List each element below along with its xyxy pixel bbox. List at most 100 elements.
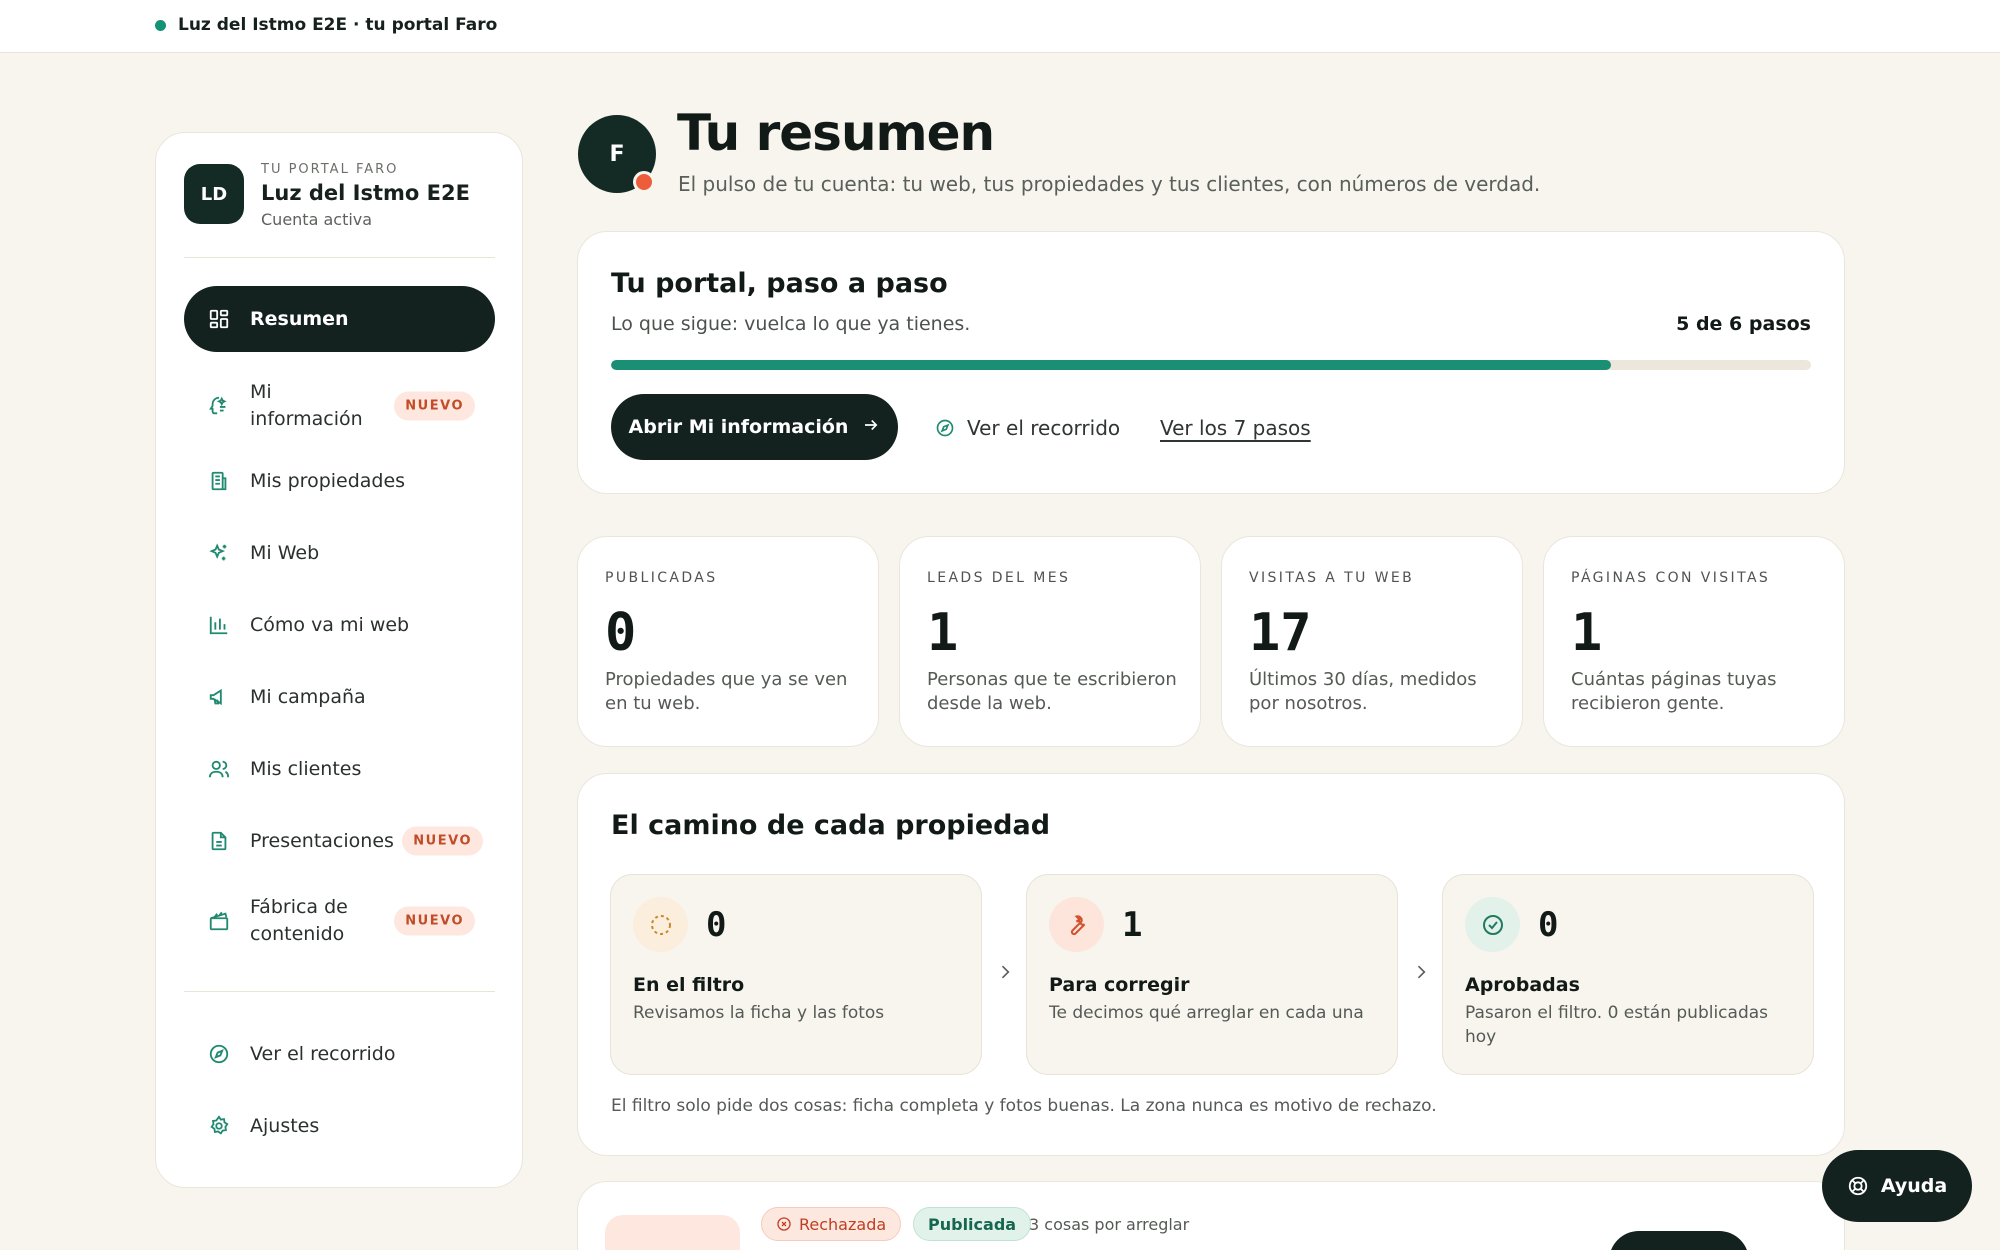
new-badge: NUEVO [402,826,483,856]
stage-count: 0 [1538,905,1559,945]
sidebar-item-como-va-mi-web[interactable]: Cómo va mi web [184,592,495,658]
wrench-icon [1049,897,1104,952]
steps-progress-bar [611,360,1811,370]
stat-description: Propiedades que ya se ven en tu web. [605,669,848,714]
status-label: Rechazada [799,1214,887,1234]
stat-label: PUBLICADAS [605,570,718,586]
stat-card-visitas: VISITAS A TU WEB 17 Últimos 30 días, med… [1221,536,1523,747]
pipeline-stage-fix[interactable]: 1 Para corregir Te decimos qué arreglar … [1026,874,1398,1075]
dashed-circle-icon [633,897,688,952]
steps-subtitle: Lo que sigue: vuelca lo que ya tienes. [611,313,971,335]
sparkle-face-icon [206,393,232,419]
sidebar-item-mi-campana[interactable]: Mi campaña [184,664,495,730]
sidebar-item-mi-informacion[interactable]: Mi información NUEVO [184,368,495,444]
notification-dot [633,171,655,193]
sidebar-item-label: Ajustes [250,1114,320,1137]
sidebar-item-label: Resumen [250,307,349,330]
stage-name: Para corregir [1049,974,1190,996]
property-thumbnail [605,1215,740,1250]
sidebar-item-resumen[interactable]: Resumen [184,286,495,352]
sidebar-divider [184,991,495,992]
stat-description: Cuántas páginas tuyas recibieron gente. [1571,669,1777,714]
users-icon [206,756,232,782]
megaphone-icon [206,684,232,710]
portal-title: Luz del Istmo E2E · tu portal Faro [178,15,498,35]
sidebar: LD TU PORTAL FARO Luz del Istmo E2E Cuen… [155,132,523,1188]
stat-value: 1 [927,603,959,663]
grid-icon [206,306,232,332]
sidebar-item-ajustes[interactable]: Ajustes [184,1093,495,1159]
lifebuoy-icon [1847,1175,1869,1197]
stat-card-publicadas: PUBLICADAS 0 Propiedades que ya se ven e… [577,536,879,747]
status-badge-rejected: Rechazada [761,1207,902,1241]
sparkles-icon [206,540,232,566]
open-my-info-button[interactable]: Abrir Mi información [611,394,898,460]
status-label: Publicada [928,1214,1017,1234]
pipeline-note: El filtro solo pide dos cosas: ficha com… [611,1096,1437,1116]
bar-chart-icon [206,612,232,638]
sidebar-item-label: Cómo va mi web [250,613,410,636]
stage-description: Revisamos la ficha y las fotos [633,1003,885,1023]
stat-card-leads: LEADS DEL MES 1 Personas que te escribie… [899,536,1201,747]
gear-icon [206,1113,232,1139]
property-action-button[interactable] [1609,1231,1749,1250]
sidebar-item-label: Mis propiedades [250,469,406,492]
help-label: Ayuda [1880,1175,1948,1197]
chevron-right-icon [1411,962,1431,982]
page-subtitle: El pulso de tu cuenta: tu web, tus propi… [678,172,1541,196]
account-eyebrow: TU PORTAL FARO [261,162,399,177]
sidebar-item-label: Mi Web [250,541,320,564]
issues-count: 3 cosas por arreglar [1029,1215,1190,1234]
account-name: Luz del Istmo E2E [261,181,470,205]
view-tour-link[interactable]: Ver el recorrido [935,416,1120,440]
steps-title: Tu portal, paso a paso [611,268,948,299]
steps-count: 5 de 6 pasos [1676,313,1811,335]
stat-value: 1 [1571,603,1603,663]
stage-description: Te decimos qué arreglar en cada una [1049,1003,1364,1023]
compass-icon [935,418,955,438]
status-dot [155,20,166,31]
clapperboard-icon [206,908,232,934]
pipeline-stage-filter[interactable]: 0 En el filtro Revisamos la ficha y las … [610,874,982,1075]
status-badge-published: Publicada [913,1207,1032,1241]
stat-label: PÁGINAS CON VISITAS [1571,570,1771,586]
check-circle-icon [1465,897,1520,952]
property-pipeline-card: El camino de cada propiedad 0 En el filt… [577,773,1845,1156]
sidebar-item-label: Presentaciones [250,829,394,852]
stat-card-paginas: PÁGINAS CON VISITAS 1 Cuántas páginas tu… [1543,536,1845,747]
page-title: Tu resumen [677,104,995,162]
document-icon [206,828,232,854]
x-circle-icon [776,1216,792,1232]
sidebar-item-mis-clientes[interactable]: Mis clientes [184,736,495,802]
sidebar-item-fabrica-de-contenido[interactable]: Fábrica de contenido NUEVO [184,883,495,959]
help-button[interactable]: Ayuda [1822,1150,1972,1222]
building-icon [206,468,232,494]
pipeline-stage-approved[interactable]: 0 Aprobadas Pasaron el filtro. 0 están p… [1442,874,1814,1075]
sidebar-item-presentaciones[interactable]: Presentaciones NUEVO [184,808,495,874]
sidebar-item-label: Mis clientes [250,757,362,780]
view-tour-label: Ver el recorrido [967,416,1121,440]
stat-value: 17 [1249,603,1312,663]
compass-icon [206,1041,232,1067]
arrow-right-icon [862,416,880,439]
stage-name: En el filtro [633,974,745,996]
stage-name: Aprobadas [1465,974,1580,996]
button-label: Abrir Mi información [628,416,849,438]
account-avatar: LD [184,164,244,224]
view-all-steps-link[interactable]: Ver los 7 pasos [1160,416,1311,440]
sidebar-item-label: Ver el recorrido [250,1042,396,1065]
sidebar-item-mis-propiedades[interactable]: Mis propiedades [184,448,495,514]
stat-label: LEADS DEL MES [927,570,1071,586]
sidebar-item-label: Mi información [250,381,363,430]
sidebar-item-mi-web[interactable]: Mi Web [184,520,495,586]
stage-count: 0 [706,905,727,945]
stat-description: Personas que te escribieron desde la web… [927,669,1177,714]
new-badge: NUEVO [394,391,475,421]
chevron-right-icon [995,962,1015,982]
sidebar-item-label: Fábrica de contenido [250,896,348,945]
stage-description: Pasaron el filtro. 0 están publicadas ho… [1465,1003,1769,1047]
sidebar-item-ver-el-recorrido[interactable]: Ver el recorrido [184,1021,495,1087]
steps-progress-fill [611,360,1611,370]
onboarding-steps-card: Tu portal, paso a paso Lo que sigue: vue… [577,231,1845,494]
sidebar-item-label: Mi campaña [250,685,366,708]
